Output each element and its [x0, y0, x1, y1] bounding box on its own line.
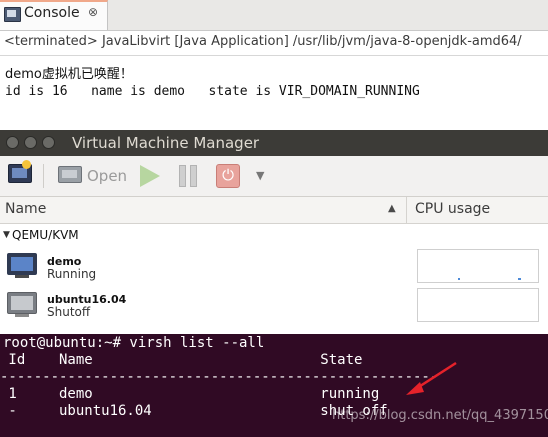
monitor-stand [15, 314, 29, 317]
console-tab-title: Console [24, 5, 80, 21]
vm-running-icon [7, 253, 37, 275]
vm-state: Shutoff [47, 305, 91, 319]
annotation-arrow-icon [406, 361, 457, 395]
connection-label: QEMU/KVM [12, 228, 79, 242]
column-name-header[interactable]: Name [5, 201, 46, 217]
terminal-table-row: - ubuntu16.04 shut off [0, 403, 388, 419]
pause-icon[interactable] [178, 165, 200, 187]
window-title: Virtual Machine Manager [72, 134, 260, 152]
power-icon[interactable]: ⏻ [216, 164, 240, 188]
window-minimize-button[interactable] [24, 136, 37, 149]
monitor-stand [15, 275, 29, 278]
column-cpu-header[interactable]: CPU usage [415, 201, 490, 217]
terminal-table-rule: ----------------------------------------… [0, 369, 439, 385]
watermark: https://blog.csdn.net/qq_43971504 [332, 408, 548, 423]
sort-ascending-icon[interactable]: ▲ [388, 203, 396, 214]
chevron-down-icon[interactable]: ▼ [256, 169, 264, 182]
divider [0, 55, 548, 56]
terminal-command-line: root@ubuntu:~# virsh list --all [3, 335, 265, 351]
vm-state: Running [47, 267, 97, 281]
console-output-line: demo虚拟机已唤醒！ [5, 67, 133, 82]
window-close-button[interactable] [6, 136, 19, 149]
play-icon[interactable] [140, 165, 160, 187]
expand-arrow-icon[interactable]: ▼ [3, 230, 10, 240]
window-maximize-button[interactable] [42, 136, 55, 149]
console-output-line: id is 16 name is demo state is VIR_DOMAI… [5, 84, 420, 99]
cpu-usage-graph [417, 249, 539, 283]
console-icon [4, 7, 21, 22]
toolbar [0, 156, 548, 197]
toolbar-separator [43, 164, 44, 188]
console-status-header: <terminated> JavaLibvirt [Java Applicati… [4, 34, 522, 49]
close-icon[interactable]: ⊗ [88, 5, 98, 19]
connection-group-row[interactable] [0, 224, 548, 248]
open-icon[interactable] [58, 166, 82, 183]
column-divider[interactable] [406, 197, 407, 223]
cpu-usage-graph [417, 288, 539, 322]
new-star-icon [22, 160, 31, 169]
open-button-label[interactable]: Open [87, 167, 127, 185]
vm-shutoff-icon [7, 292, 37, 314]
terminal-table-header: Id Name State [0, 352, 363, 368]
terminal-table-row: 1 demo running [0, 386, 380, 402]
